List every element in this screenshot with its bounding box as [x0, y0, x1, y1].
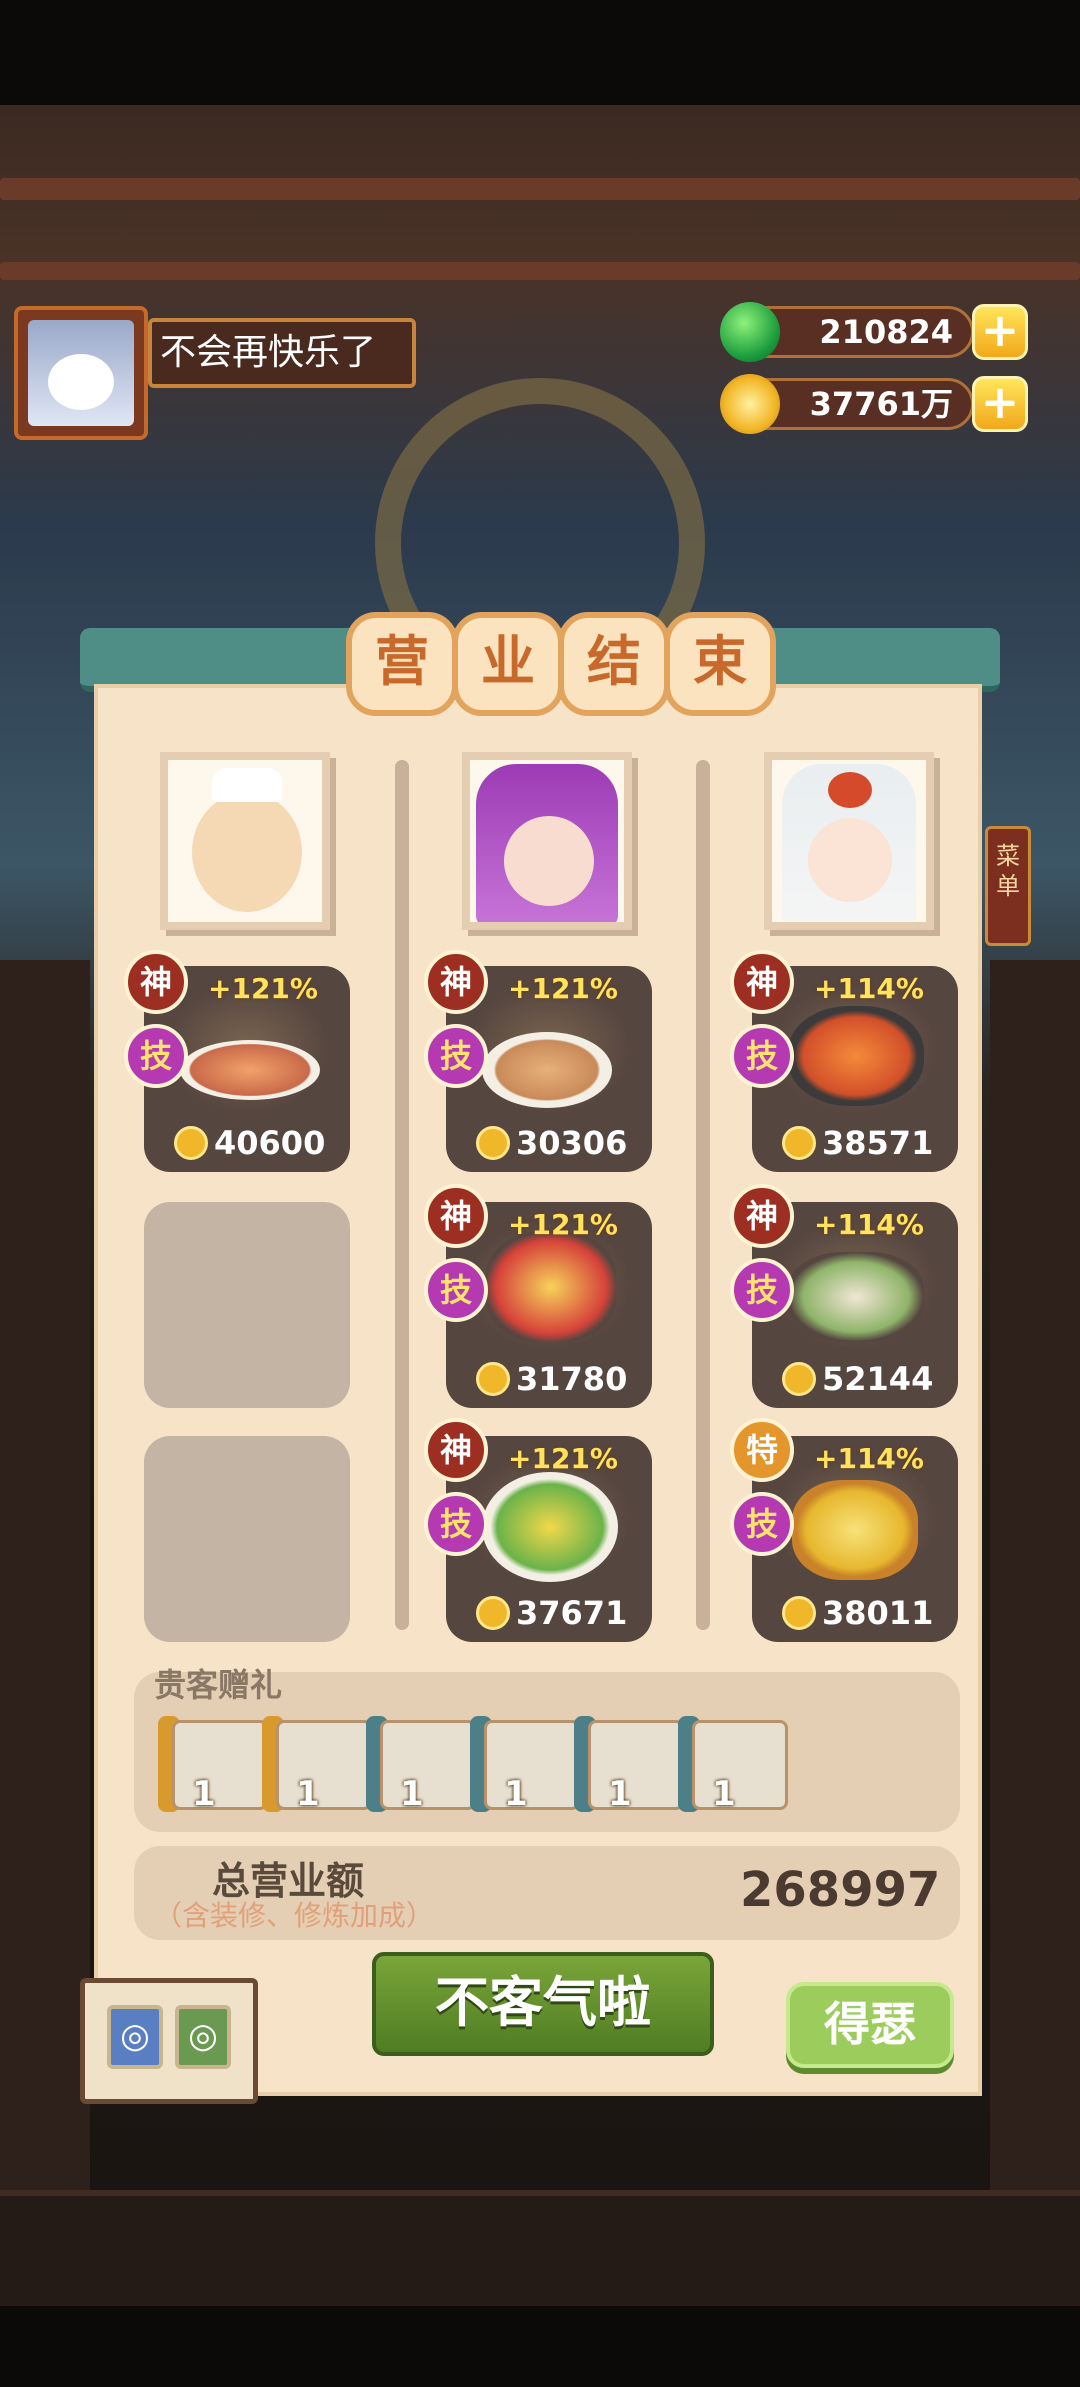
right-pillar [990, 960, 1080, 2200]
bonus-percent: +114% [814, 972, 924, 1005]
camera-icon[interactable]: ◎ [175, 2005, 231, 2069]
coin-icon [476, 1126, 510, 1160]
gift-count: 1 [712, 1774, 736, 1814]
dish-income: 31780 [516, 1360, 628, 1398]
dish-income: 37671 [516, 1594, 628, 1632]
gift-count: 1 [296, 1774, 320, 1814]
scroll-paper [484, 1720, 580, 1810]
bottom-floor [0, 2190, 1080, 2306]
dish-income: 52144 [822, 1360, 934, 1398]
column-divider [696, 760, 710, 1630]
empty-dish-slot [144, 1202, 350, 1408]
bonus-percent: +121% [508, 972, 618, 1005]
title-char: 业 [452, 612, 564, 716]
tech-badge: 技 [730, 1492, 794, 1556]
player-name: 不会再快乐了 [148, 318, 416, 388]
face-icon [504, 816, 594, 906]
green-jade-icon [720, 302, 780, 362]
dish-icon [180, 1040, 320, 1100]
scroll-paper [588, 1720, 684, 1810]
title-char: 营 [346, 612, 458, 716]
tech-badge: 技 [424, 1024, 488, 1088]
gift-scroll[interactable]: 1 [678, 1716, 788, 1814]
roof-beam [0, 178, 1080, 200]
add-jade-button[interactable]: + [972, 304, 1028, 360]
bonus-percent: +114% [814, 1442, 924, 1475]
total-revenue-value: 268997 [740, 1862, 941, 1918]
rank-badge: 神 [730, 1184, 794, 1248]
avatar [28, 320, 134, 426]
scroll-paper [692, 1720, 788, 1810]
tech-badge: 技 [730, 1258, 794, 1322]
scroll-paper [276, 1720, 372, 1810]
tech-badge: 技 [424, 1492, 488, 1556]
bonus-percent: +121% [508, 1208, 618, 1241]
rank-badge: 神 [124, 950, 188, 1014]
customer-portrait [462, 752, 632, 930]
dish-icon [486, 1232, 616, 1342]
coin-icon [174, 1126, 208, 1160]
gift-scroll[interactable]: 1 [262, 1716, 372, 1814]
headpiece-icon [828, 772, 872, 808]
menu-sign[interactable]: 菜单 [985, 826, 1031, 946]
gift-count: 1 [400, 1774, 424, 1814]
bonus-percent: +121% [208, 972, 318, 1005]
dish-income: 38571 [822, 1124, 934, 1162]
customer-portrait [764, 752, 934, 930]
coin-icon [476, 1596, 510, 1630]
rank-badge: 特 [730, 1418, 794, 1482]
youre-welcome-button[interactable]: 不客气啦 [372, 1952, 714, 2056]
gift-count: 1 [504, 1774, 528, 1814]
gold-coin-icon [720, 374, 780, 434]
total-note: （含装修、修炼加成） [154, 1899, 435, 1932]
dish-icon [482, 1032, 612, 1108]
empty-dish-slot [144, 1436, 350, 1642]
player-avatar-frame[interactable] [14, 306, 148, 440]
rank-badge: 神 [424, 950, 488, 1014]
coin-icon [476, 1362, 510, 1396]
roof-beam [0, 262, 1080, 280]
column-divider [395, 760, 409, 1630]
gift-label: 贵客赠礼 [154, 1666, 283, 1704]
gift-scroll[interactable]: 1 [158, 1716, 268, 1814]
screenshot-tray: ◎ ◎ [80, 1978, 258, 2104]
gift-count: 1 [608, 1774, 632, 1814]
scroll-paper [172, 1720, 268, 1810]
gift-count: 1 [192, 1774, 216, 1814]
top-hat-icon [212, 768, 282, 802]
bonus-percent: +121% [508, 1442, 618, 1475]
coin-icon [782, 1596, 816, 1630]
dish-income: 38011 [822, 1594, 934, 1632]
show-off-button[interactable]: 得瑟 [786, 1982, 954, 2068]
dish-icon [792, 1480, 918, 1580]
gift-scroll[interactable]: 1 [574, 1716, 684, 1814]
title-char: 束 [664, 612, 776, 716]
gift-scroll[interactable]: 1 [470, 1716, 580, 1814]
title-char: 结 [558, 612, 670, 716]
dish-income: 40600 [214, 1124, 326, 1162]
dish-icon [482, 1472, 618, 1582]
cat-avatar-icon [48, 354, 114, 410]
dish-icon [788, 1252, 924, 1342]
tech-badge: 技 [124, 1024, 188, 1088]
scroll-paper [380, 1720, 476, 1810]
dish-icon [788, 1006, 924, 1106]
face-icon [808, 818, 892, 902]
coin-icon [782, 1126, 816, 1160]
coin-icon [782, 1362, 816, 1396]
dish-income: 30306 [516, 1124, 628, 1162]
left-pillar [0, 960, 90, 2200]
customer-portrait [160, 752, 330, 930]
gift-scroll[interactable]: 1 [366, 1716, 476, 1814]
add-coin-button[interactable]: + [972, 376, 1028, 432]
tech-badge: 技 [424, 1258, 488, 1322]
rank-badge: 神 [424, 1184, 488, 1248]
rank-badge: 神 [730, 950, 794, 1014]
tech-badge: 技 [730, 1024, 794, 1088]
bonus-percent: +114% [814, 1208, 924, 1241]
gentleman-face-icon [192, 792, 302, 912]
rank-badge: 神 [424, 1418, 488, 1482]
camera-icon[interactable]: ◎ [107, 2005, 163, 2069]
